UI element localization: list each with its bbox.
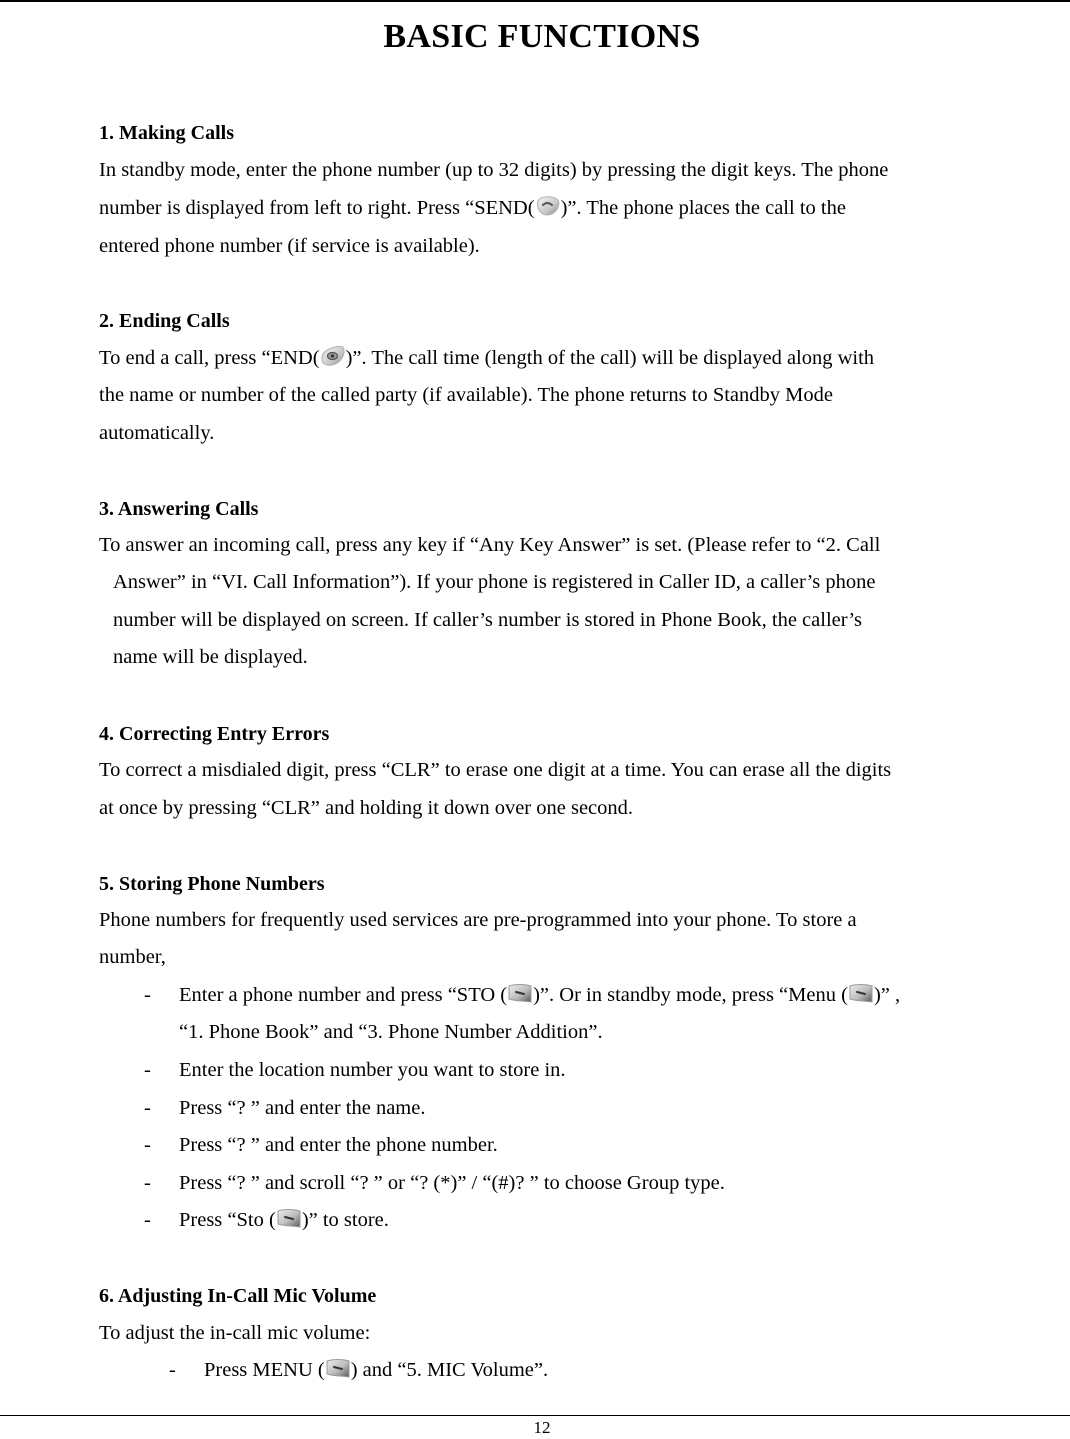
end-key-icon	[320, 345, 346, 367]
text-segment: ) and “5. MIC Volume”.	[350, 1359, 549, 1381]
bullet-marker: -	[144, 1209, 151, 1231]
paragraph-line: To adjust the in-call mic volume:	[99, 1322, 371, 1344]
paragraph-line: number is displayed from left to right. …	[99, 195, 846, 221]
text-segment: )”. The call time (length of the call) w…	[345, 347, 875, 369]
paragraph-line: at once by pressing “CLR” and holding it…	[99, 797, 634, 819]
paragraph-line: entered phone number (if service is avai…	[99, 235, 480, 257]
paragraph-line: the name or number of the called party (…	[99, 384, 833, 406]
bullet-continuation: “1. Phone Book” and “3. Phone Number Add…	[179, 1021, 603, 1043]
bullet-marker: -	[144, 1059, 151, 1081]
paragraph-line: Phone numbers for frequently used servic…	[99, 909, 857, 931]
bullet-item: Press “? ” and enter the phone number.	[179, 1134, 498, 1156]
text-segment: To end a call, press “END(	[99, 347, 320, 369]
section-heading-correcting-entry-errors: 4. Correcting Entry Errors	[99, 723, 330, 745]
page-title: BASIC FUNCTIONS	[383, 18, 701, 55]
paragraph-line: name will be displayed.	[113, 646, 308, 668]
paragraph-line: automatically.	[99, 422, 215, 444]
paragraph-line: To correct a misdialed digit, press “CLR…	[99, 759, 892, 781]
bullet-item: Enter the location number you want to st…	[179, 1059, 566, 1081]
section-heading-storing-phone-numbers: 5. Storing Phone Numbers	[99, 873, 325, 895]
bullet-marker: -	[169, 1359, 176, 1381]
bullet-marker: -	[144, 1172, 151, 1194]
section-heading-answering-calls: 3. Answering Calls	[99, 498, 259, 520]
sto-soft-key-icon	[276, 1207, 302, 1229]
text-segment: Enter a phone number and press “STO (	[179, 984, 508, 1006]
bullet-item: Press MENU ( ) and “5. MIC Volume”.	[204, 1357, 548, 1383]
bullet-item: Enter a phone number and press “STO ( )”.…	[179, 982, 900, 1008]
top-rule	[0, 0, 1070, 2]
bullet-item: Press “? ” and scroll “? ” or “? (*)” / …	[179, 1172, 725, 1194]
bullet-item: Press “Sto ( )” to store.	[179, 1207, 389, 1233]
menu-soft-key-icon	[848, 982, 874, 1004]
text-segment: )”. Or in standby mode, press “Menu (	[533, 984, 848, 1006]
text-segment: number is displayed from left to right. …	[99, 197, 535, 219]
paragraph-line: number will be displayed on screen. If c…	[113, 609, 863, 631]
section-heading-making-calls: 1. Making Calls	[99, 122, 235, 144]
text-segment: )” ,	[873, 984, 901, 1006]
bullet-marker: -	[144, 1134, 151, 1156]
text-segment: Press MENU (	[204, 1359, 325, 1381]
section-heading-ending-calls: 2. Ending Calls	[99, 310, 230, 332]
bullet-marker: -	[144, 984, 151, 1006]
sto-soft-key-icon	[507, 982, 533, 1004]
text-segment: Press “Sto (	[179, 1209, 276, 1231]
text-segment: )”. The phone places the call to the	[560, 197, 846, 219]
paragraph-line: To answer an incoming call, press any ke…	[99, 534, 881, 556]
bullet-marker: -	[144, 1097, 151, 1119]
send-key-icon	[535, 195, 561, 217]
bullet-item: Press “? ” and enter the name.	[179, 1097, 426, 1119]
paragraph-line: In standby mode, enter the phone number …	[99, 159, 889, 181]
page-number: 12	[533, 1418, 551, 1437]
footer-rule	[0, 1415, 1070, 1416]
text-segment: )” to store.	[301, 1209, 389, 1231]
paragraph-line: number,	[99, 946, 166, 968]
menu-soft-key-icon	[325, 1357, 351, 1379]
section-heading-adjusting-mic-volume: 6. Adjusting In-Call Mic Volume	[99, 1285, 377, 1307]
paragraph-line: Answer” in “VI. Call Information”). If y…	[113, 571, 876, 593]
paragraph-line: To end a call, press “END( )”. The call t…	[99, 345, 874, 371]
